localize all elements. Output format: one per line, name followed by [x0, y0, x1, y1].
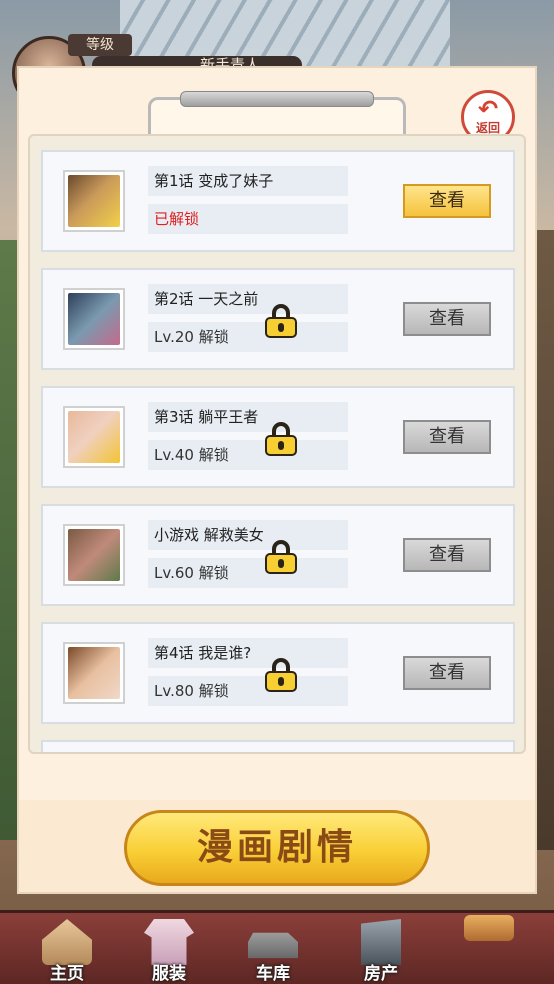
bottom-nav: 主页 服装 车库 房产 [0, 910, 554, 984]
back-label: 返回 [475, 120, 500, 135]
episode-title: 第1话 变成了妹子 [148, 166, 348, 196]
episode-list[interactable]: 第1话 变成了妹子 已解锁 查看 第2话 一天之前 Lv.20 解锁 查看 第3… [28, 134, 526, 754]
episode-title: 小游戏 解救美女 [148, 520, 348, 550]
episode-status: Lv.40 解锁 [148, 440, 348, 470]
episode-card: 第2话 一天之前 Lv.20 解锁 查看 [41, 268, 515, 370]
nav-item-gift[interactable] [446, 913, 532, 984]
nav-item-home[interactable]: 主页 [24, 913, 110, 984]
nav-item-garage[interactable]: 车库 [230, 913, 316, 984]
episode-status: Lv.60 解锁 [148, 558, 348, 588]
back-arrow-icon: ↶ [477, 94, 499, 123]
view-button[interactable]: 查看 [403, 184, 491, 218]
episode-card: 第1话 变成了妹子 已解锁 查看 [41, 150, 515, 252]
view-button[interactable]: 查看 [403, 656, 491, 690]
lock-icon [265, 658, 297, 692]
nav-label: 服装 [152, 964, 186, 984]
episode-thumbnail [63, 288, 125, 350]
episode-card: 第4话 我是谁? Lv.80 解锁 查看 [41, 622, 515, 724]
view-button[interactable]: 查看 [403, 420, 491, 454]
nav-item-property[interactable]: 房产 [338, 913, 424, 984]
view-button[interactable]: 查看 [403, 302, 491, 336]
episode-title: 第3话 躺平王者 [148, 402, 348, 432]
gift-icon [464, 915, 514, 941]
lock-icon [265, 422, 297, 456]
episode-status: Lv.20 解锁 [148, 322, 348, 352]
nav-label: 主页 [50, 964, 84, 984]
episode-status: Lv.80 解锁 [148, 676, 348, 706]
episode-thumbnail [63, 406, 125, 468]
episode-title: 第4话 我是谁? [148, 638, 348, 668]
nav-label: 车库 [256, 964, 290, 984]
nav-label: 房产 [364, 964, 398, 984]
comic-story-button[interactable]: 漫画剧情 [124, 810, 430, 886]
lock-icon [265, 540, 297, 574]
episode-thumbnail [63, 170, 125, 232]
clipboard-clip [180, 91, 374, 107]
level-label: 等级 [68, 34, 132, 56]
episode-status: 已解锁 [148, 204, 348, 234]
episode-thumbnail [63, 642, 125, 704]
view-button[interactable]: 查看 [403, 538, 491, 572]
episode-card: 小游戏 解救美女 Lv.60 解锁 查看 [41, 504, 515, 606]
nav-item-clothing[interactable]: 服装 [126, 913, 212, 984]
episode-card: 第3话 躺平王者 Lv.40 解锁 查看 [41, 386, 515, 488]
episode-title: 第2话 一天之前 [148, 284, 348, 314]
lock-icon [265, 304, 297, 338]
episode-card [41, 740, 515, 752]
episode-thumbnail [63, 524, 125, 586]
